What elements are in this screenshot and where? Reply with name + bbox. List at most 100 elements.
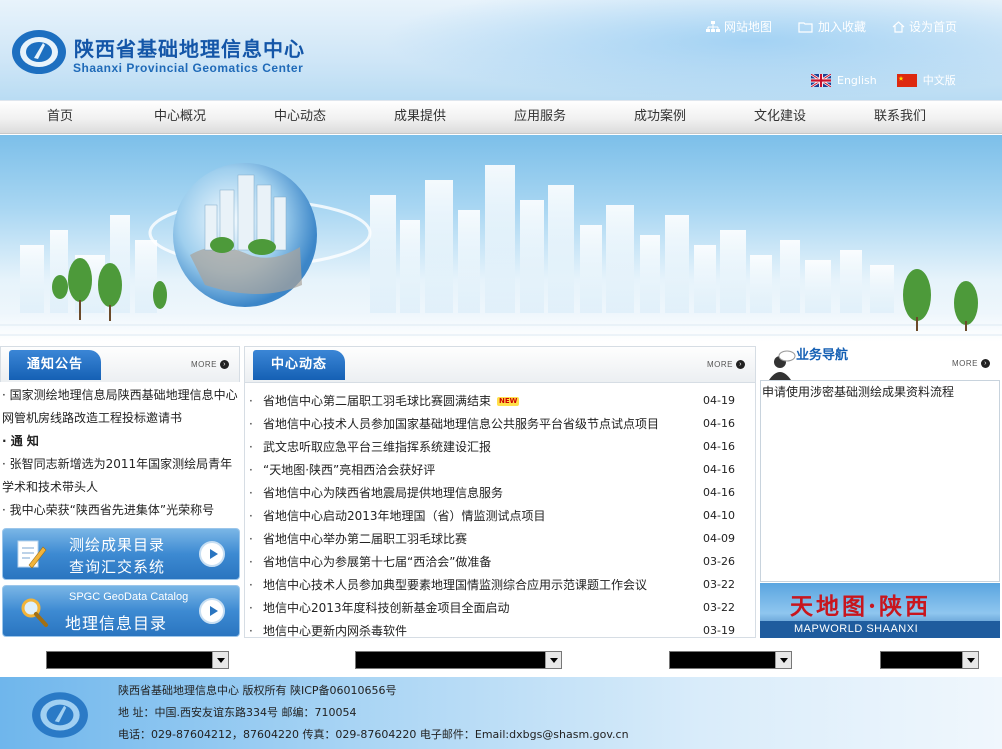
news-date: 04-10 bbox=[703, 509, 735, 522]
nav-item-home[interactable]: 首页 bbox=[0, 101, 120, 133]
news-title: 省地信中心启动2013年地理国（省）情监测试点项目 bbox=[263, 509, 546, 523]
news-title: 省地信中心举办第二届职工羽毛球比赛 bbox=[263, 532, 468, 546]
arrow-right-icon: › bbox=[220, 360, 229, 369]
notice-panel-title: 通知公告 bbox=[9, 350, 102, 380]
news-date: 04-16 bbox=[703, 463, 735, 476]
notice-item[interactable]: · 我中心荣获“陕西省先进集体”光荣称号 bbox=[0, 499, 240, 522]
news-date: 03-22 bbox=[703, 601, 735, 614]
news-date: 03-26 bbox=[703, 555, 735, 568]
nav-item-culture[interactable]: 文化建设 bbox=[720, 101, 840, 133]
news-date: 03-19 bbox=[703, 624, 735, 637]
news-date: 03-22 bbox=[703, 578, 735, 591]
news-date: 04-16 bbox=[703, 440, 735, 453]
news-row[interactable]: · “天地图·陕西”亮相西洽会获好评 04-16 bbox=[249, 458, 757, 481]
site-title-cn: 陕西省基础地理信息中心 bbox=[74, 37, 305, 61]
chevron-down-icon bbox=[212, 652, 228, 668]
sitemap-label: 网站地图 bbox=[724, 20, 773, 34]
sitemap-icon bbox=[706, 20, 720, 32]
nav-item-about[interactable]: 中心概况 bbox=[120, 101, 240, 133]
hero-banner bbox=[0, 135, 1002, 342]
footer-contact: 电话：029-87604212，87604220 传真：029-87604220… bbox=[118, 728, 629, 741]
news-panel: 中心动态 MORE › · 省地信中心第二届职工羽毛球比赛圆满结束 NEW 04-… bbox=[244, 346, 756, 638]
news-row[interactable]: · 地信中心2013年度科技创新基金项目全面启动 03-22 bbox=[249, 596, 757, 619]
mapworld-shaanxi-banner[interactable]: 天地图·陕西 MAPWORLD SHAANXI bbox=[760, 583, 1000, 638]
bullet: · bbox=[249, 577, 253, 592]
news-row[interactable]: · 省地信中心为参展第十七届“西洽会”做准备 03-26 bbox=[249, 550, 757, 573]
news-title: 省地信中心第二届职工羽毛球比赛圆满结束 NEW bbox=[263, 392, 703, 409]
set-homepage-label: 设为首页 bbox=[909, 20, 958, 34]
uk-flag-icon bbox=[811, 73, 831, 87]
news-row[interactable]: · 地信中心更新内网杀毒软件 03-19 bbox=[249, 619, 757, 642]
bullet: · bbox=[249, 439, 253, 454]
play-circle-icon bbox=[199, 598, 225, 624]
catalog-query-system-button[interactable]: 测绘成果目录 查询汇交系统 bbox=[2, 528, 240, 580]
user-avatar-icon bbox=[769, 350, 796, 380]
business-nav-title: 业务导航 bbox=[796, 348, 849, 363]
news-row[interactable]: · 省地信中心为陕西省地震局提供地理信息服务 04-16 bbox=[249, 481, 757, 504]
news-row[interactable]: · 省地信中心技术人员参加国家基础地理信息公共服务平台省级节点试点项目 04-1… bbox=[249, 412, 757, 435]
notice-item[interactable]: · 通 知 bbox=[0, 430, 240, 453]
news-more-label: MORE bbox=[707, 360, 733, 369]
bookmark-label: 加入收藏 bbox=[818, 20, 867, 34]
footer-address: 地 址：中国.西安友谊东路334号 邮编：710054 bbox=[118, 706, 357, 719]
notice-list: · 国家测绘地理信息局陕西基础地理信息中心网管机房线路改造工程投标邀请书 · 通… bbox=[0, 384, 240, 522]
bullet: · bbox=[249, 416, 253, 431]
bullet: · bbox=[249, 554, 253, 569]
business-more-label: MORE bbox=[952, 359, 978, 368]
lang-english-label: English bbox=[837, 73, 877, 87]
nav-item-cases[interactable]: 成功案例 bbox=[600, 101, 720, 133]
business-nav-list: 申请使用涉密基础测绘成果资料流程 bbox=[760, 380, 1000, 582]
notice-item[interactable]: · 张智同志新增选为2011年国家测绘局青年学术和技术带头人 bbox=[0, 453, 240, 499]
business-more-link[interactable]: MORE › bbox=[952, 359, 990, 368]
notice-more-link[interactable]: MORE › bbox=[191, 360, 229, 369]
bookmark-link[interactable]: 加入收藏 bbox=[798, 18, 866, 35]
quick-link-select-2[interactable] bbox=[355, 651, 562, 669]
quick-link-select-1[interactable] bbox=[46, 651, 229, 669]
notice-more-label: MORE bbox=[191, 360, 217, 369]
news-row[interactable]: · 地信中心技术人员参加典型要素地理国情监测综合应用示范课题工作会议 03-22 bbox=[249, 573, 757, 596]
sitemap-link[interactable]: 网站地图 bbox=[706, 18, 772, 35]
chevron-down-icon bbox=[962, 652, 978, 668]
quick-links-row bbox=[0, 643, 1002, 677]
bullet: · bbox=[249, 531, 253, 546]
news-date: 04-16 bbox=[703, 486, 735, 499]
promo-1-line1: 测绘成果目录 bbox=[69, 536, 166, 554]
news-title: “天地图·陕西”亮相西洽会获好评 bbox=[263, 463, 436, 477]
geodata-catalog-button[interactable]: SPGC GeoData Catalog 地理信息目录 bbox=[2, 585, 240, 637]
news-date: 04-19 bbox=[703, 394, 735, 407]
folder-icon bbox=[798, 21, 813, 33]
promo-1-line2: 查询汇交系统 bbox=[69, 558, 166, 576]
news-list: · 省地信中心第二届职工羽毛球比赛圆满结束 NEW 04-19 · 省地信中心技术… bbox=[249, 389, 757, 642]
quick-link-select-3[interactable] bbox=[669, 651, 792, 669]
news-title: 地信中心2013年度科技创新基金项目全面启动 bbox=[263, 601, 510, 615]
nav-item-news[interactable]: 中心动态 bbox=[240, 101, 360, 133]
language-switcher: English 中文版 bbox=[811, 72, 976, 88]
set-homepage-link[interactable]: 设为首页 bbox=[892, 18, 957, 35]
lang-english[interactable]: English bbox=[811, 72, 877, 88]
chevron-down-icon bbox=[545, 652, 561, 668]
site-title-en: Shaanxi Provincial Geomatics Center bbox=[73, 61, 304, 75]
lang-chinese[interactable]: 中文版 bbox=[896, 72, 956, 88]
nav-item-products[interactable]: 成果提供 bbox=[360, 101, 480, 133]
news-title: 地信中心更新内网杀毒软件 bbox=[263, 624, 408, 638]
news-panel-header: 中心动态 MORE › bbox=[245, 347, 755, 383]
nav-item-services[interactable]: 应用服务 bbox=[480, 101, 600, 133]
center-logo-icon[interactable] bbox=[10, 26, 68, 78]
news-more-link[interactable]: MORE › bbox=[707, 360, 745, 369]
news-panel-title: 中心动态 bbox=[253, 350, 346, 380]
news-title-text: 省地信中心第二届职工羽毛球比赛圆满结束 bbox=[263, 394, 492, 408]
notice-item[interactable]: · 国家测绘地理信息局陕西基础地理信息中心网管机房线路改造工程投标邀请书 bbox=[0, 384, 240, 430]
news-row[interactable]: · 武文忠听取应急平台三维指挥系统建设汇报 04-16 bbox=[249, 435, 757, 458]
main-nav: 首页 中心概况 中心动态 成果提供 应用服务 成功案例 文化建设 联系我们 bbox=[0, 100, 1002, 134]
quick-link-select-4[interactable] bbox=[880, 651, 979, 669]
news-row[interactable]: · 省地信中心举办第二届职工羽毛球比赛 04-09 bbox=[249, 527, 757, 550]
business-nav-item[interactable]: 申请使用涉密基础测绘成果资料流程 bbox=[761, 381, 999, 403]
arrow-right-icon: › bbox=[736, 360, 745, 369]
nav-item-contact[interactable]: 联系我们 bbox=[840, 101, 960, 133]
notice-panel-header: 通知公告 MORE › bbox=[0, 346, 240, 382]
news-row[interactable]: · 省地信中心启动2013年地理国（省）情监测试点项目 04-10 bbox=[249, 504, 757, 527]
bullet: · bbox=[249, 485, 253, 500]
news-row[interactable]: · 省地信中心第二届职工羽毛球比赛圆满结束 NEW 04-19 bbox=[249, 389, 757, 412]
mapworld-title-en: MAPWORLD SHAANXI bbox=[794, 623, 919, 635]
bullet: · bbox=[249, 600, 253, 615]
